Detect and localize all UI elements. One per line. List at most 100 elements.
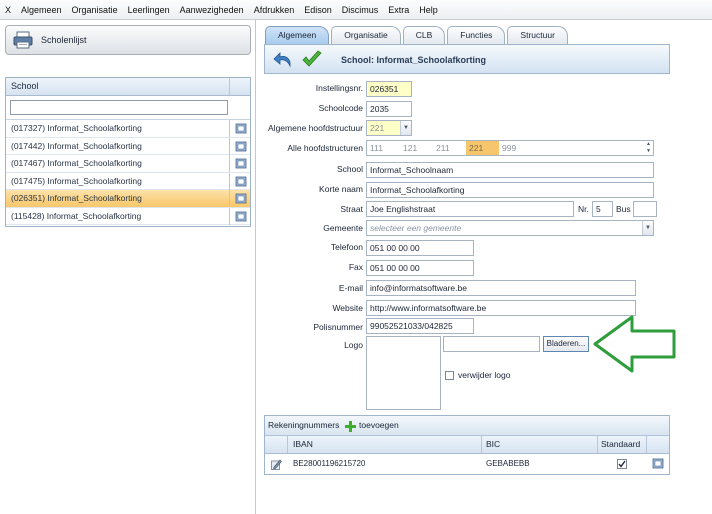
tab-clb[interactable]: CLB xyxy=(402,26,446,44)
tab-structuur[interactable]: Structuur xyxy=(507,26,568,44)
annotation-arrow-icon xyxy=(593,315,676,373)
menu-edison[interactable]: Edison xyxy=(299,5,337,15)
school-grid-header: School xyxy=(6,78,250,96)
menu-close[interactable]: X xyxy=(0,5,16,15)
fax-field[interactable]: 051 00 00 00 xyxy=(366,260,474,276)
school-list-item[interactable]: (017442) Informat_Schoolafkorting xyxy=(6,137,250,155)
plus-icon xyxy=(345,421,356,432)
logo-path-field[interactable] xyxy=(443,336,540,352)
tab-algemeen[interactable]: Algemeen xyxy=(265,26,330,44)
menu-discimus[interactable]: Discimus xyxy=(337,5,384,15)
alle-hoofdstructuren-list[interactable]: 111 121 211 221 999 ▲ ▼ xyxy=(366,140,654,156)
korte-naam-field[interactable]: Informat_Schoolafkorting xyxy=(366,182,654,198)
details-icon[interactable] xyxy=(652,458,664,469)
school-list-item[interactable]: (026351) Informat_Schoolafkorting xyxy=(6,190,250,208)
menu-help[interactable]: Help xyxy=(414,5,443,15)
structure-111[interactable]: 111 xyxy=(367,141,400,155)
label-instellingsnr: Instellingsnr. xyxy=(315,83,363,93)
scholenlijst-label: Scholenlijst xyxy=(41,35,87,45)
accounts-panel: Rekeningnummers toevoegen IBAN BIC Stand… xyxy=(264,415,670,475)
label-telefoon: Telefoon xyxy=(330,242,363,252)
straat-field[interactable]: Joe Englishstraat xyxy=(366,201,574,217)
accounts-header: Rekeningnummers toevoegen xyxy=(265,416,669,436)
structure-221[interactable]: 221 xyxy=(466,141,499,155)
column-divider xyxy=(229,207,230,225)
column-divider xyxy=(229,190,230,207)
menu-algemeen[interactable]: Algemeen xyxy=(16,5,67,15)
school-list-item[interactable]: (115428) Informat_Schoolafkorting xyxy=(6,207,250,225)
menu-organisatie[interactable]: Organisatie xyxy=(67,5,123,15)
printer-icon xyxy=(13,31,33,49)
browse-button[interactable]: Bladeren... xyxy=(543,336,589,352)
school-details-icon[interactable] xyxy=(235,141,247,152)
label-email: E-mail xyxy=(338,283,363,293)
instellingsnr-field[interactable]: 026351 xyxy=(366,81,412,97)
menu-afdrukken[interactable]: Afdrukken xyxy=(249,5,300,15)
label-hoofdstructuur: Algemene hoofdstructuur xyxy=(268,123,363,133)
column-divider xyxy=(597,436,598,453)
label-schoolcode: Schoolcode xyxy=(318,103,363,113)
left-panel: Scholenlijst School (017327) Informat_Sc… xyxy=(0,20,256,514)
school-filter-input[interactable] xyxy=(10,100,228,115)
school-list-item[interactable]: (017327) Informat_Schoolafkorting xyxy=(6,120,250,138)
add-account-label[interactable]: toevoegen xyxy=(359,416,399,435)
school-list-item[interactable]: (017467) Informat_Schoolafkorting xyxy=(6,155,250,173)
schoolcode-field[interactable]: 2035 xyxy=(366,101,412,117)
edit-pencil-icon[interactable] xyxy=(271,459,282,470)
column-divider xyxy=(229,155,230,172)
remove-logo-checkbox[interactable]: verwijder logo xyxy=(445,370,510,380)
structure-999[interactable]: 999 xyxy=(499,141,532,155)
column-header-iban[interactable]: IBAN xyxy=(293,436,313,453)
school-label: (017467) Informat_Schoolafkorting xyxy=(11,158,142,168)
chevron-down-icon[interactable]: ▼ xyxy=(400,121,411,135)
filter-row xyxy=(6,96,250,120)
menu-extra[interactable]: Extra xyxy=(383,5,414,15)
scholenlijst-button[interactable]: Scholenlijst xyxy=(5,25,251,55)
column-header-school[interactable]: School xyxy=(6,78,39,95)
table-row[interactable]: BE28001196215720 GEBABEBB xyxy=(265,454,669,474)
hoofdstructuur-select[interactable]: 221 ▼ xyxy=(366,120,412,136)
label-logo: Logo xyxy=(344,340,363,350)
menu-leerlingen[interactable]: Leerlingen xyxy=(123,5,175,15)
chevron-down-icon[interactable]: ▼ xyxy=(642,221,653,235)
nr-field[interactable]: 5 xyxy=(592,201,613,217)
logo-preview xyxy=(366,336,441,410)
structure-121[interactable]: 121 xyxy=(400,141,433,155)
school-details-icon[interactable] xyxy=(235,123,247,134)
label-straat: Straat xyxy=(340,204,363,214)
bus-field[interactable] xyxy=(633,201,657,217)
school-details-icon[interactable] xyxy=(235,193,247,204)
tab-functies[interactable]: Functies xyxy=(447,26,506,44)
column-header-bic[interactable]: BIC xyxy=(486,436,500,453)
label-polisnummer: Polisnummer xyxy=(313,322,363,332)
school-details-icon[interactable] xyxy=(235,158,247,169)
menu-aanwezigheden[interactable]: Aanwezigheden xyxy=(175,5,249,15)
label-fax: Fax xyxy=(348,262,363,272)
save-checkmark-icon[interactable] xyxy=(301,50,323,70)
label-alle-hoofdstructuren: Alle hoofdstructuren xyxy=(287,143,363,153)
school-label: (017442) Informat_Schoolafkorting xyxy=(11,140,142,151)
structure-211[interactable]: 211 xyxy=(433,141,466,155)
column-divider xyxy=(229,120,230,137)
email-field[interactable]: info@informatsoftware.be xyxy=(366,280,636,296)
gemeente-select[interactable]: selecteer een gemeente ▼ xyxy=(366,220,654,236)
bic-cell: GEBABEBB xyxy=(486,459,530,468)
spinner-arrows-icon[interactable]: ▲ ▼ xyxy=(644,141,653,155)
tab-organisatie[interactable]: Organisatie xyxy=(331,26,401,44)
undo-icon[interactable] xyxy=(273,50,295,70)
checkbox[interactable] xyxy=(445,370,454,380)
gemeente-placeholder: selecteer een gemeente xyxy=(370,223,462,233)
school-grid: School (017327) Informat_Schoolafkorting… xyxy=(5,77,251,227)
school-name-field[interactable]: Informat_Schoolnaam xyxy=(366,162,654,178)
school-label: (115428) Informat_Schoolafkorting xyxy=(11,210,142,221)
telefoon-field[interactable]: 051 00 00 00 xyxy=(366,240,474,256)
school-list-item[interactable]: (017475) Informat_Schoolafkorting xyxy=(6,172,250,190)
column-divider xyxy=(229,137,230,155)
column-header-standaard[interactable]: Standaard xyxy=(601,436,640,453)
school-label: (017327) Informat_Schoolafkorting xyxy=(11,123,142,133)
column-divider xyxy=(481,436,482,453)
school-details-icon[interactable] xyxy=(235,176,247,187)
standaard-checkbox[interactable] xyxy=(617,459,627,469)
polisnummer-field[interactable]: 99052521033/042825 xyxy=(366,318,474,334)
school-details-icon[interactable] xyxy=(235,211,247,222)
